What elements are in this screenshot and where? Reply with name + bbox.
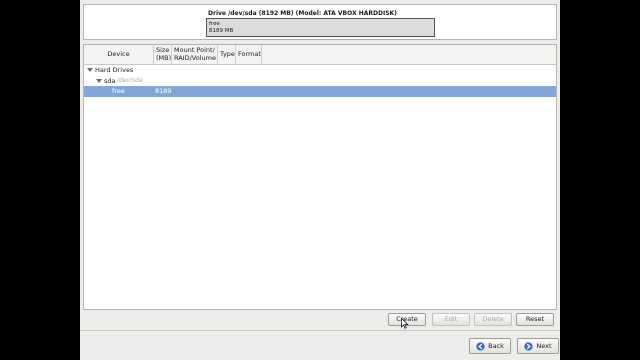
next-button[interactable]: Next — [517, 338, 559, 354]
expander-open-icon[interactable] — [87, 68, 93, 72]
column-mount-point[interactable]: Mount Point/ RAID/Volume — [172, 45, 218, 64]
tree-group-label: Hard Drives — [95, 66, 134, 74]
free-space-label: free — [112, 87, 125, 95]
reset-button[interactable]: Reset — [516, 313, 554, 326]
column-format[interactable]: Format — [236, 45, 262, 64]
drive-summary-panel: Drive /dev/sda (8192 MB) (Model: ATA VBO… — [83, 4, 557, 40]
tree-row-hard-drives[interactable]: Hard Drives — [84, 65, 556, 75]
next-label: Next — [536, 342, 552, 350]
column-type[interactable]: Type — [218, 45, 236, 64]
drive-bar-size: 8189 MB — [209, 28, 234, 34]
separator — [80, 330, 560, 331]
installer-window: Drive /dev/sda (8192 MB) (Model: ATA VBO… — [80, 0, 560, 360]
back-button[interactable]: Back — [469, 338, 511, 354]
column-size[interactable]: Size (MB) — [154, 45, 172, 64]
delete-button[interactable]: Delete — [474, 313, 512, 326]
back-label: Back — [488, 342, 504, 350]
mouse-cursor-icon — [401, 318, 409, 329]
edit-button[interactable]: Edit — [432, 313, 470, 326]
disk-path: /dev/sda — [117, 77, 143, 84]
expander-open-icon[interactable] — [96, 79, 102, 83]
partition-tree[interactable]: Device Size (MB) Mount Point/ RAID/Volum… — [83, 44, 557, 310]
tree-row-sda[interactable]: sda /dev/sda — [84, 76, 556, 86]
drive-usage-bar[interactable]: free 8189 MB — [206, 18, 435, 37]
arrow-left-icon — [476, 341, 485, 351]
column-device[interactable]: Device — [84, 45, 154, 64]
arrow-right-icon — [524, 341, 534, 351]
disk-label: sda — [104, 77, 116, 85]
drive-title: Drive /dev/sda (8192 MB) (Model: ATA VBO… — [208, 10, 397, 17]
free-space-size: 8189 — [155, 87, 172, 95]
column-header: Device Size (MB) Mount Point/ RAID/Volum… — [84, 45, 556, 65]
drive-bar-label: free — [209, 21, 220, 27]
tree-row-free[interactable]: free 8189 — [84, 86, 556, 97]
